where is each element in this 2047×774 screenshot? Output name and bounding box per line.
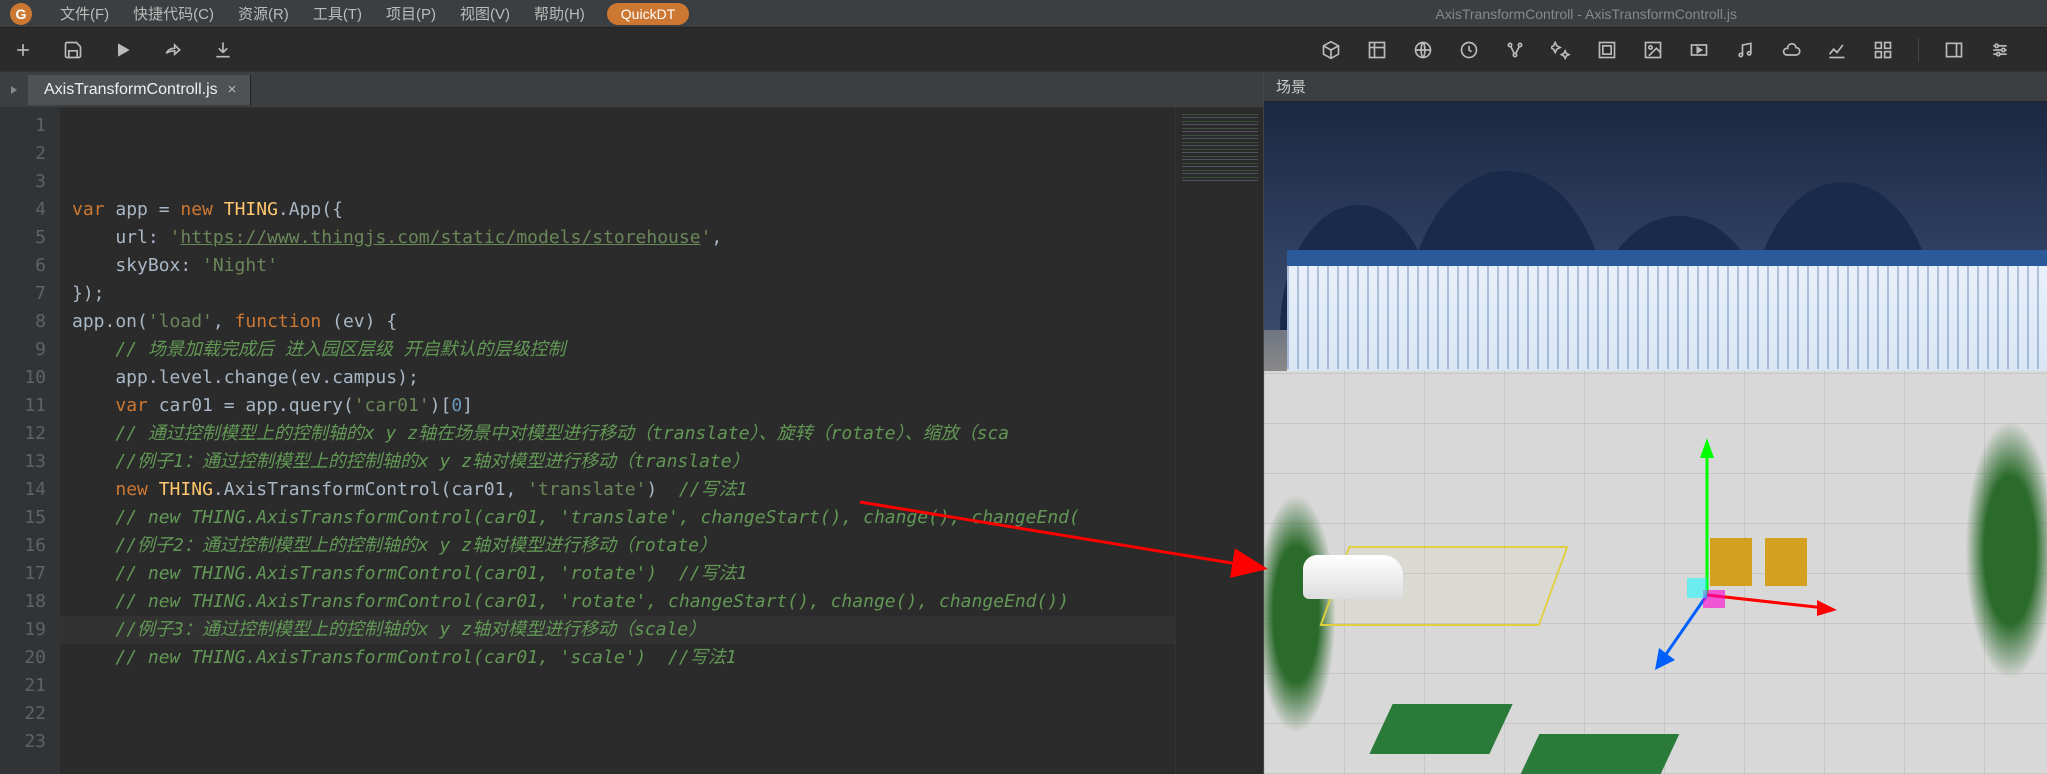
video-icon[interactable] xyxy=(1688,39,1710,61)
chart-icon[interactable] xyxy=(1826,39,1848,61)
nodes-icon[interactable] xyxy=(1504,39,1526,61)
menu-tools[interactable]: 工具(T) xyxy=(301,0,374,28)
cloud-icon[interactable] xyxy=(1780,39,1802,61)
app-logo: G xyxy=(10,3,32,25)
axis-gizmo xyxy=(1577,420,1837,680)
tab-label: AxisTransformControll.js xyxy=(44,81,218,99)
menu-snippet[interactable]: 快捷代码(C) xyxy=(121,0,226,28)
new-icon[interactable] xyxy=(12,39,34,61)
globe-icon[interactable] xyxy=(1412,39,1434,61)
layout-icon[interactable] xyxy=(1596,39,1618,61)
panel-icon[interactable] xyxy=(1943,39,1965,61)
image-icon[interactable] xyxy=(1642,39,1664,61)
table-icon[interactable] xyxy=(1366,39,1388,61)
menu-view[interactable]: 视图(V) xyxy=(448,0,522,28)
window-title: AxisTransformControll - AxisTransformCon… xyxy=(1435,6,1737,22)
download-icon[interactable] xyxy=(212,39,234,61)
grid-icon[interactable] xyxy=(1872,39,1894,61)
scene-car xyxy=(1303,555,1403,599)
audio-icon[interactable] xyxy=(1734,39,1756,61)
settings-icon[interactable] xyxy=(1989,39,2011,61)
tab-active[interactable]: AxisTransformControll.js × xyxy=(28,75,251,105)
menu-resource[interactable]: 资源(R) xyxy=(226,0,301,28)
menu-project[interactable]: 项目(P) xyxy=(374,0,448,28)
run-icon[interactable] xyxy=(112,39,134,61)
quickdt-button[interactable]: QuickDT xyxy=(607,3,689,25)
tab-nav-left[interactable] xyxy=(0,72,28,108)
scene-pane: 场景 xyxy=(1263,72,2047,774)
scene-block xyxy=(1370,704,1513,754)
tabbar: AxisTransformControll.js × xyxy=(0,72,1263,108)
clock-icon[interactable] xyxy=(1458,39,1480,61)
close-icon[interactable]: × xyxy=(228,81,237,98)
share-icon[interactable] xyxy=(162,39,184,61)
scene-block xyxy=(1521,734,1680,774)
line-gutter: 1234567891011121314151617181920212223 xyxy=(0,108,60,774)
menu-file[interactable]: 文件(F) xyxy=(48,0,121,28)
code-editor[interactable]: 1234567891011121314151617181920212223 va… xyxy=(0,108,1263,774)
scene-header: 场景 xyxy=(1264,72,2047,102)
scene-tree xyxy=(1965,420,2047,680)
menu-help[interactable]: 帮助(H) xyxy=(522,0,597,28)
menubar: G 文件(F) 快捷代码(C) 资源(R) 工具(T) 项目(P) 视图(V) … xyxy=(0,0,2047,28)
editor-pane: AxisTransformControll.js × 1234567891011… xyxy=(0,72,1263,774)
minimap[interactable] xyxy=(1175,108,1263,774)
cube-icon[interactable] xyxy=(1320,39,1342,61)
save-icon[interactable] xyxy=(62,39,84,61)
effects-icon[interactable] xyxy=(1550,39,1572,61)
toolbar xyxy=(0,28,2047,72)
code-content[interactable]: var app = new THING.App({ url: 'https://… xyxy=(60,108,1175,774)
scene-viewport[interactable] xyxy=(1264,102,2047,774)
